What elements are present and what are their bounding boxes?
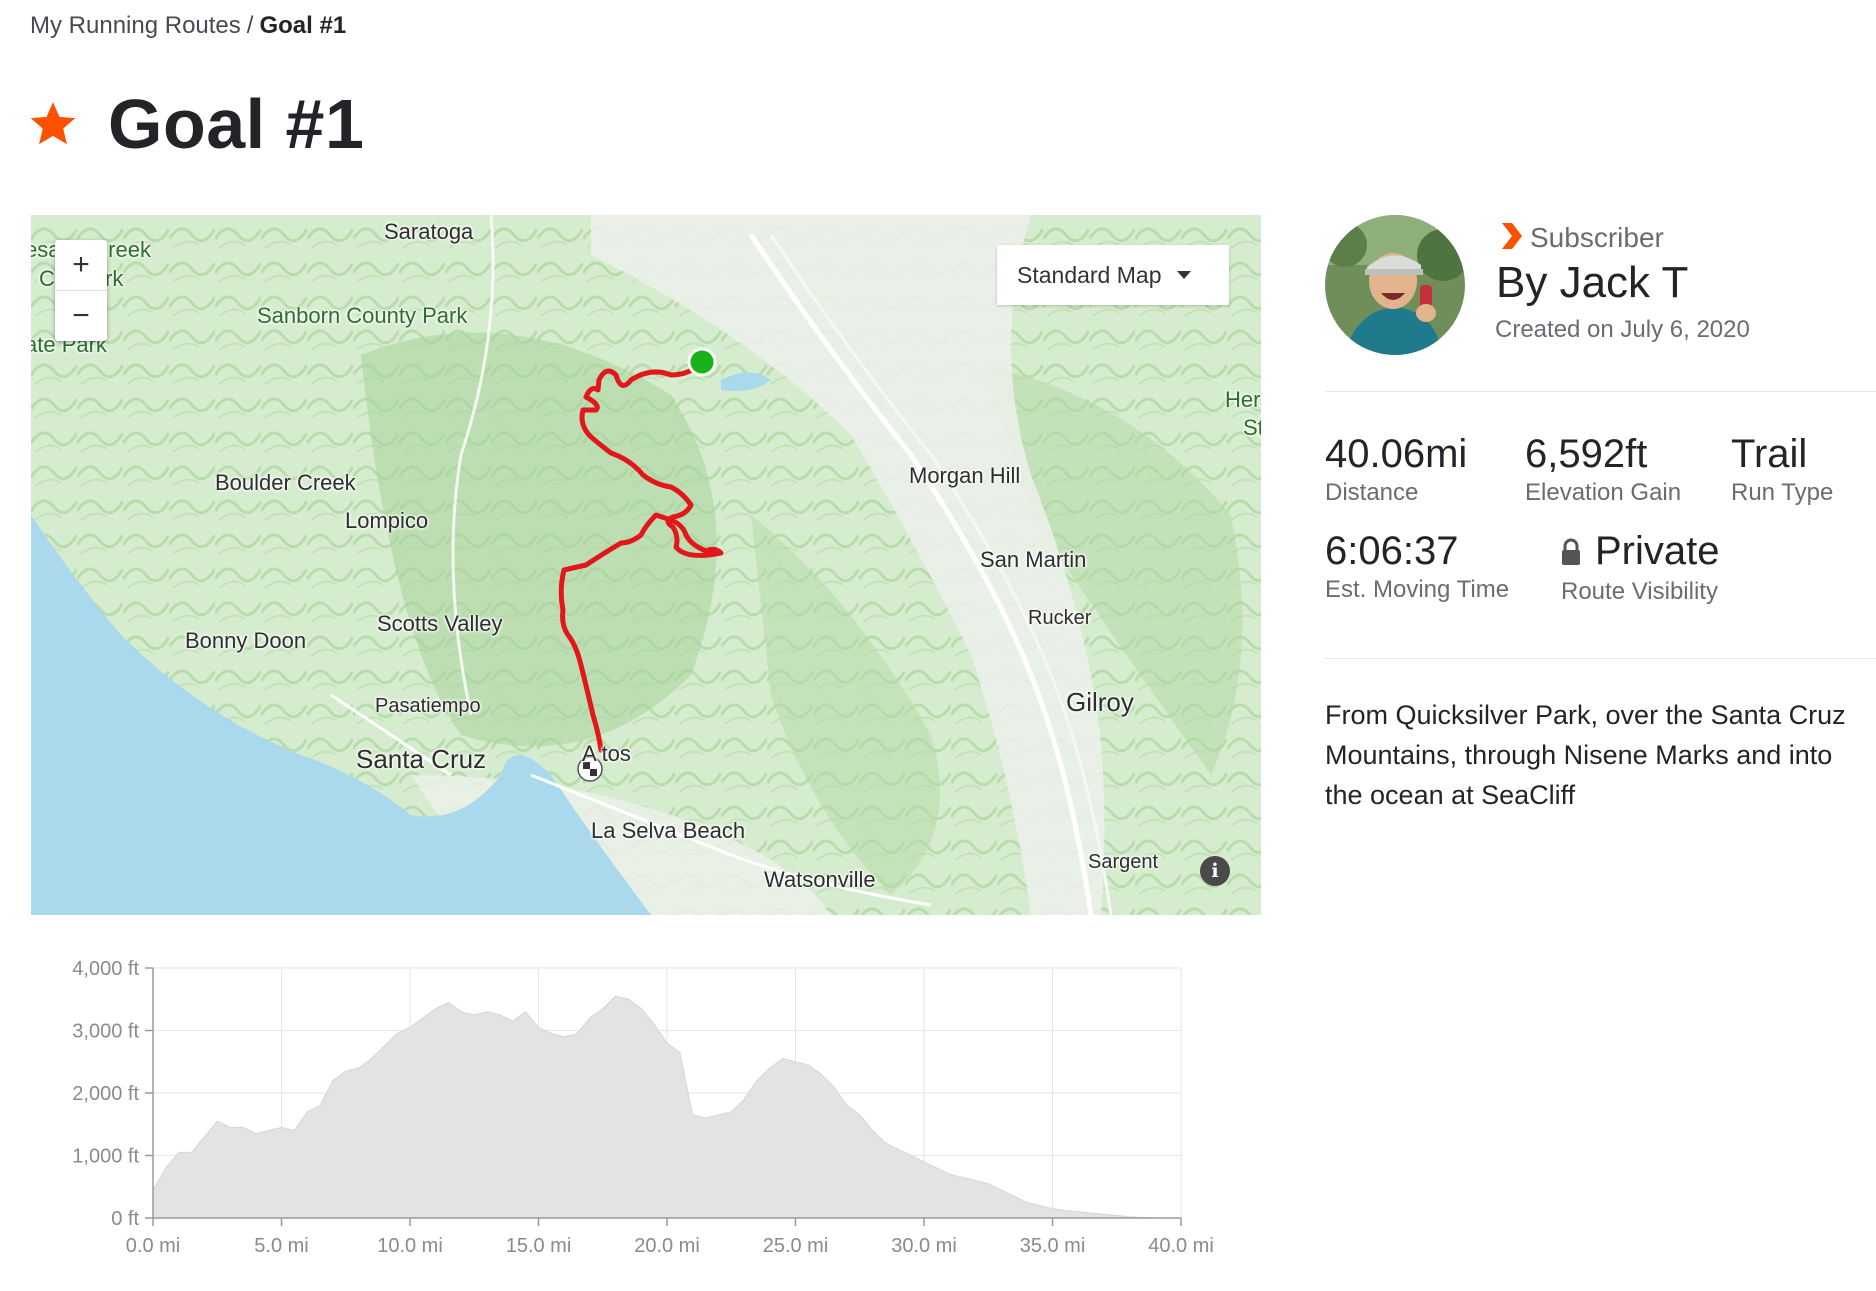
divider-bottom (1325, 658, 1876, 659)
x-tick-label: 20.0 mi (634, 1235, 700, 1257)
stat-moving-time-value: 6:06:37 (1325, 529, 1459, 573)
subscriber-label: Subscriber (1530, 222, 1664, 253)
breadcrumb: My Running Routes / Goal #1 (30, 12, 346, 40)
page-title: Goal #1 (108, 85, 365, 163)
stat-distance-value: 40.06mi (1325, 432, 1468, 476)
y-tick-label: 3,000 ft (72, 1021, 139, 1043)
map-label-st: St (1243, 415, 1261, 440)
avatar[interactable] (1325, 215, 1465, 355)
map-label-lompico: Lompico (345, 508, 429, 533)
stat-distance-label: Distance (1325, 479, 1419, 506)
info-icon[interactable]: i (1200, 856, 1230, 886)
stat-elevation-label: Elevation Gain (1525, 479, 1682, 506)
map-label-pasatiempo: Pasatiempo (375, 695, 481, 717)
stat-run-type: Trail Run Type (1731, 432, 1833, 507)
author-name[interactable]: By Jack T (1496, 258, 1688, 308)
map-label-morgan-hill: Morgan Hill (909, 463, 1021, 488)
map-label-saratoga: Saratoga (384, 219, 474, 244)
x-tick-label: 5.0 mi (254, 1235, 308, 1257)
map-label-rucker: Rucker (1028, 607, 1092, 629)
stat-run-type-label: Run Type (1731, 479, 1834, 506)
title-row: Goal #1 (28, 84, 364, 164)
map-type-label: Standard Map (1017, 261, 1162, 288)
y-tick-label: 1,000 ft (72, 1146, 139, 1168)
zoom-in-button[interactable]: + (55, 240, 107, 290)
y-tick-label: 2,000 ft (72, 1083, 139, 1105)
subscriber-chevron-icon (1500, 222, 1522, 254)
map-label-aptos: A tos (582, 741, 631, 766)
subscriber-row: Subscriber (1500, 222, 1664, 254)
stat-elevation-value: 6,592ft (1525, 432, 1648, 476)
map-label-sargent: Sargent (1088, 851, 1159, 873)
zoom-out-button[interactable]: − (55, 290, 107, 341)
map-label-san-martin: San Martin (980, 547, 1087, 572)
divider-top (1325, 391, 1876, 392)
map-label-la-selva: La Selva Beach (591, 818, 746, 843)
lock-icon (1561, 531, 1581, 576)
stat-visibility: Private Route Visibility (1561, 529, 1720, 606)
x-tick-label: 35.0 mi (1020, 1235, 1086, 1257)
star-icon[interactable] (28, 99, 78, 149)
stat-moving-time-label: Est. Moving Time (1325, 576, 1510, 603)
breadcrumb-current: Goal #1 (259, 12, 347, 39)
zoom-controls: + − (55, 240, 107, 341)
map-label-bonny-doon: Bonny Doon (185, 628, 307, 653)
y-tick-label: 0 ft (111, 1208, 139, 1230)
map-label-sanborn: Sanborn County Park (257, 303, 468, 328)
x-tick-label: 25.0 mi (763, 1235, 829, 1257)
stat-run-type-value: Trail (1731, 432, 1808, 476)
x-tick-label: 15.0 mi (506, 1235, 572, 1257)
stat-moving-time: 6:06:37 Est. Moving Time (1325, 529, 1509, 604)
stat-distance: 40.06mi Distance (1325, 432, 1467, 507)
stat-elevation: 6,592ft Elevation Gain (1525, 432, 1681, 507)
x-tick-label: 30.0 mi (891, 1235, 957, 1257)
x-tick-label: 10.0 mi (377, 1235, 443, 1257)
map-label-santa-cruz: Santa Cruz (356, 744, 487, 774)
map-label-scotts-valley: Scotts Valley (377, 611, 503, 636)
breadcrumb-link-my-routes[interactable]: My Running Routes (30, 12, 241, 39)
y-tick-label: 4,000 ft (72, 958, 139, 980)
caret-down-icon (1177, 271, 1192, 279)
stat-visibility-label: Route Visibility (1561, 577, 1718, 605)
elevation-chart[interactable]: 0 ft 1,000 ft 2,000 ft 3,000 ft 4,000 ft 0.0 … (0, 940, 1260, 1270)
created-date: Created on July 6, 2020 (1495, 316, 1750, 343)
breadcrumb-separator: / (246, 12, 254, 39)
route-description: From Quicksilver Park, over the Santa Cr… (1325, 700, 1846, 810)
x-tick-label: 0.0 mi (126, 1235, 180, 1257)
map-label-watsonville: Watsonville (764, 867, 876, 892)
route-map[interactable]: Saratoga esa ro Creek C y Park ate Park … (31, 215, 1261, 915)
map-label-gilroy: Gilroy (1066, 687, 1134, 717)
stat-visibility-value: Private (1595, 529, 1720, 573)
map-label-her: Her (1225, 387, 1261, 412)
map-label-boulder-creek: Boulder Creek (215, 470, 356, 495)
map-type-dropdown[interactable]: Standard Map (997, 245, 1229, 305)
x-tick-label: 40.0 mi (1148, 1235, 1214, 1257)
